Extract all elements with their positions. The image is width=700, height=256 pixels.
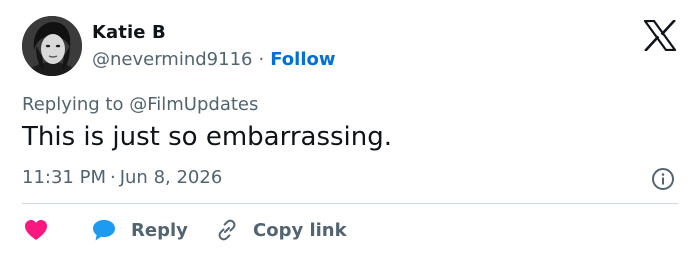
replying-to: Replying to @FilmUpdates xyxy=(22,94,258,115)
reply-button[interactable]: Reply xyxy=(91,216,188,244)
display-name[interactable]: Katie B xyxy=(92,22,166,43)
copy-link-button[interactable]: Copy link xyxy=(215,216,347,244)
tweet-time: 11:31 PM xyxy=(22,167,106,188)
tweet-timestamp[interactable]: 11:31 PM · Jun 8, 2026 xyxy=(22,167,222,188)
copy-link-label: Copy link xyxy=(253,219,347,241)
separator-dot: · xyxy=(258,49,265,70)
like-button[interactable] xyxy=(24,216,48,244)
action-bar: Reply Copy link xyxy=(0,216,700,244)
tweet-card: Katie B @nevermind9116 · Follow Replying t… xyxy=(0,0,700,256)
speech-bubble-icon xyxy=(93,220,115,241)
reply-label: Reply xyxy=(131,219,188,241)
avatar[interactable] xyxy=(22,16,82,76)
tweet-date: Jun 8, 2026 xyxy=(119,167,223,188)
heart-icon xyxy=(25,220,47,240)
reply-prefix: Replying to xyxy=(22,94,124,115)
user-handle[interactable]: @nevermind9116 xyxy=(92,49,252,70)
separator-dot: · xyxy=(109,167,116,188)
divider xyxy=(22,203,678,204)
info-icon[interactable] xyxy=(651,167,675,191)
link-icon xyxy=(218,219,236,241)
x-logo-icon[interactable] xyxy=(643,20,677,51)
reply-target-link[interactable]: @FilmUpdates xyxy=(129,94,258,115)
follow-button[interactable]: Follow xyxy=(270,49,335,70)
tweet-text: This is just so embarrassing. xyxy=(22,122,393,152)
handle-row: @nevermind9116 · Follow xyxy=(92,49,336,70)
